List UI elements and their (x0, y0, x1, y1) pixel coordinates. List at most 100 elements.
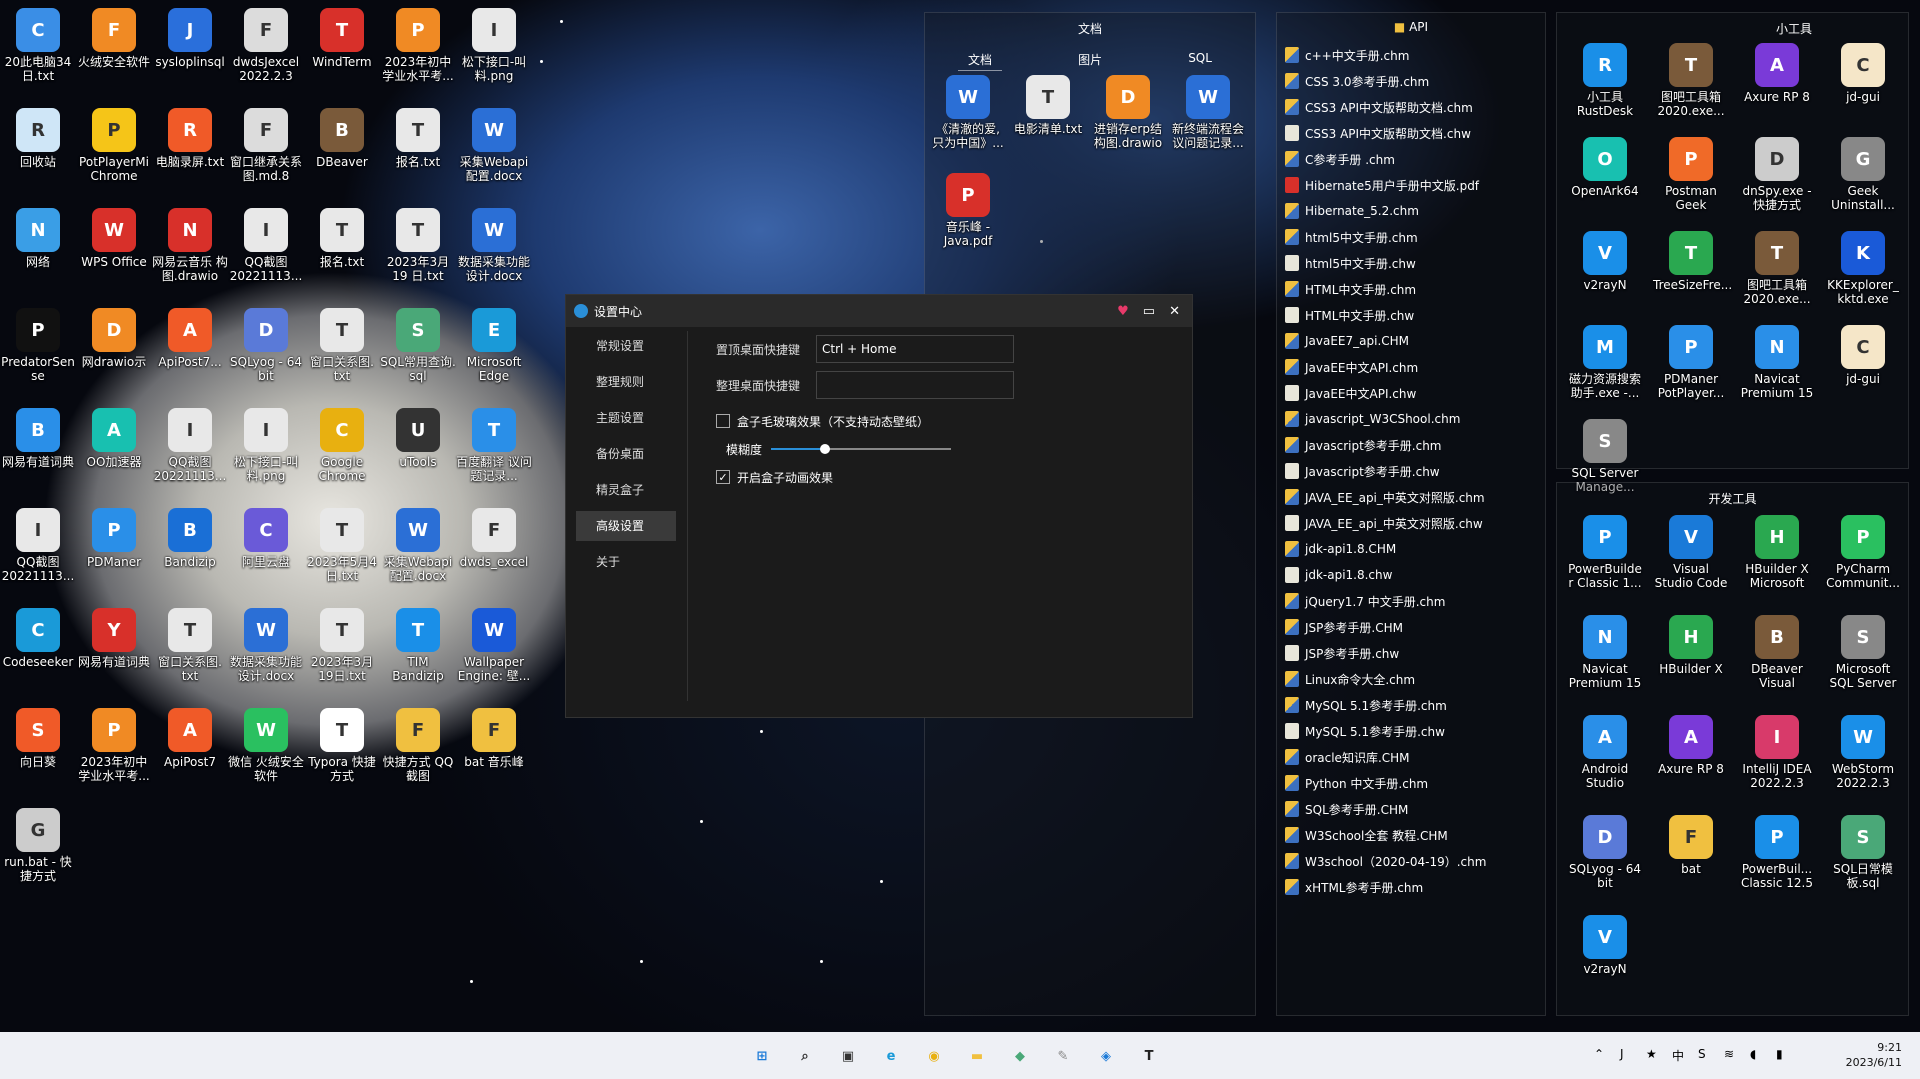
desktop-icon[interactable]: S Microsoft SQL Server (1825, 615, 1901, 690)
wifi-icon[interactable]: ≋ (1724, 1047, 1734, 1061)
volume-icon[interactable]: ◖ (1750, 1047, 1756, 1061)
desktop-icon[interactable]: N 网络 (0, 208, 76, 269)
desktop-icon[interactable]: P Postman Geek (1653, 137, 1729, 212)
desktop-icon[interactable]: T 2023年5月4 日.txt (304, 508, 380, 583)
desktop-icon[interactable]: G Geek Uninstall... (1825, 137, 1901, 212)
api-file-item[interactable]: Linux命令大全.chm (1277, 666, 1545, 692)
desktop-icon[interactable]: P PotPlayerMi Chrome (76, 108, 152, 183)
desktop-icon[interactable]: Vv2rayN (1567, 915, 1643, 976)
desktop-icon[interactable]: W 新终端流程会 议问题记录... (1170, 75, 1246, 150)
desktop-icon[interactable]: B 网易有道词典 (0, 408, 76, 469)
vscode-icon[interactable]: ◈ (1094, 1044, 1118, 1068)
desktop-icon[interactable]: T 2023年3月19 日.txt (380, 208, 456, 283)
desktop-icon[interactable]: P PowerBuil... Classic 12.5 (1739, 815, 1815, 890)
desktop-icon[interactable]: T 报名.txt (380, 108, 456, 169)
desktop-icon[interactable]: A Axure RP 8 (1653, 715, 1729, 776)
desktop-icon[interactable]: N Navicat Premium 15 (1567, 615, 1643, 690)
api-file-item[interactable]: JAVA_EE_api_中英文对照版.chw (1277, 510, 1545, 536)
api-file-item[interactable]: JavaEE7_api.CHM (1277, 328, 1545, 354)
desktop-icon[interactable]: R 电脑录屏.txt (152, 108, 228, 169)
typora-icon[interactable]: T (1137, 1044, 1161, 1068)
desktop-icon[interactable]: P PyCharm Communit... (1825, 515, 1901, 590)
desktop-icon[interactable]: T 报名.txt (304, 208, 380, 269)
api-file-item[interactable]: jdk-api1.8.chw (1277, 562, 1545, 588)
desktop-icon[interactable]: Grun.bat - 快 捷方式 (0, 808, 76, 883)
settings-nav-item[interactable]: 备份桌面 (576, 439, 676, 469)
api-file-item[interactable]: c++中文手册.chm (1277, 42, 1545, 68)
task-view-icon[interactable]: ▣ (836, 1044, 860, 1068)
desktop-icon[interactable]: W 采集Webapi 配置.docx (380, 508, 456, 583)
desktop-icon[interactable]: P PredatorSen se (0, 308, 76, 383)
dialog-titlebar[interactable]: 设置中心 ♥ ▭ ✕ (566, 295, 1192, 327)
desktop-icon[interactable]: W 数据采集功能 设计.docx (456, 208, 532, 283)
desktop-icon[interactable]: Cjd-gui (1825, 43, 1901, 104)
desktop-icon[interactable]: F 快捷方式 QQ截图 (380, 708, 456, 783)
desktop-icon[interactable]: H HBuilder X (1653, 615, 1729, 676)
desktop-icon[interactable]: R 回收站 (0, 108, 76, 169)
desktop-icon[interactable]: Fbat 音乐峰 (456, 708, 532, 769)
api-file-item[interactable]: jQuery1.7 中文手册.chm (1277, 588, 1545, 614)
api-file-item[interactable]: CSS 3.0参考手册.chm (1277, 68, 1545, 94)
desktop-icon[interactable]: N Navicat Premium 15 (1739, 325, 1815, 400)
edge-icon[interactable]: e (879, 1044, 903, 1068)
api-file-item[interactable]: oracle知识库.CHM (1277, 744, 1545, 770)
desktop-icon[interactable]: Jsysloplinsql (152, 8, 228, 69)
tab-docs[interactable]: 文档 (958, 49, 1003, 71)
search-icon[interactable]: ⌕ (793, 1044, 817, 1068)
api-file-item[interactable]: CSS3 API中文版帮助文档.chw (1277, 120, 1545, 146)
chevron-up-icon[interactable]: ⌃ (1594, 1047, 1604, 1061)
desktop-icon[interactable]: D SQLyog - 64 bit (1567, 815, 1643, 890)
j-icon[interactable]: J (1620, 1047, 1624, 1061)
desktop-icon[interactable]: B Bandizip (152, 508, 228, 569)
desktop-icon[interactable]: Vv2rayN (1567, 231, 1643, 292)
tool-icon[interactable]: ✎ (1051, 1044, 1075, 1068)
desktop-icon[interactable]: I QQ截图 20221113... (0, 508, 76, 583)
desktop-icon[interactable]: P 2023年初中 学业水平考... (380, 8, 456, 83)
desktop-icon[interactable]: A Axure RP 8 (1739, 43, 1815, 104)
desktop-icon[interactable]: W 《清澈的爱, 只为中国》... (930, 75, 1006, 150)
api-file-item[interactable]: JavaEE中文API.chm (1277, 354, 1545, 380)
desktop-icon[interactable]: T TreeSizeFre... (1653, 231, 1732, 292)
wps-icon[interactable]: S (1698, 1047, 1706, 1061)
desktop-icon[interactable]: Cjd-gui (1825, 325, 1901, 386)
desktop-icon[interactable]: T 电影清单.txt (1010, 75, 1086, 136)
desktop-icon[interactable]: S SQL常用查询. sql (380, 308, 456, 383)
heart-icon[interactable]: ♥ (1117, 304, 1129, 319)
file-explorer-icon[interactable]: ▬ (965, 1044, 989, 1068)
desktop-icon[interactable]: B DBeaver Visual (1739, 615, 1815, 690)
api-file-item[interactable]: jdk-api1.8.CHM (1277, 536, 1545, 562)
tim-icon[interactable]: ★ (1646, 1047, 1657, 1061)
api-file-item[interactable]: xHTML参考手册.chm (1277, 874, 1545, 900)
desktop-icon[interactable]: V Visual Studio Code (1653, 515, 1729, 590)
settings-nav-item[interactable]: 精灵盒子 (576, 475, 676, 505)
desktop-icon[interactable]: S SQL日常模 板.sql (1825, 815, 1901, 890)
settings-nav-item[interactable]: 高级设置 (576, 511, 676, 541)
api-file-item[interactable]: MySQL 5.1参考手册.chw (1277, 718, 1545, 744)
api-file-item[interactable]: JSP参考手册.chw (1277, 640, 1545, 666)
desktop-icon[interactable]: K KKExplorer_ kktd.exe (1825, 231, 1901, 306)
desktop-icon[interactable]: P 2023年初中 学业水平考... (76, 708, 152, 783)
api-file-item[interactable]: JAVA_EE_api_中英文对照版.chm (1277, 484, 1545, 510)
battery-icon[interactable]: ▮ (1776, 1047, 1783, 1061)
clock[interactable]: 9:21 2023/6/11 (1846, 1040, 1902, 1070)
top-hotkey-input[interactable]: Ctrl + Home (816, 335, 1014, 363)
tab-sql[interactable]: SQL (1178, 49, 1222, 71)
desktop-icon[interactable]: DdnSpy.exe - 快捷方式 (1739, 137, 1815, 212)
desktop-icon[interactable]: T 窗口关系图. txt (152, 608, 228, 683)
api-file-item[interactable]: Javascript参考手册.chm (1277, 432, 1545, 458)
desktop-icon[interactable]: W 采集Webapi 配置.docx (456, 108, 532, 183)
desktop-icon[interactable]: O OpenArk64 (1567, 137, 1643, 198)
close-icon[interactable]: ✕ (1169, 304, 1180, 319)
desktop-icon[interactable]: Y 网易有道词典 (76, 608, 152, 669)
desktop-icon[interactable]: W WPS Office (76, 208, 152, 269)
desktop-icon[interactable]: W WebStorm 2022.2.3 (1825, 715, 1901, 790)
api-file-item[interactable]: javascript_W3CShool.chm (1277, 406, 1545, 432)
arrange-hotkey-input[interactable] (816, 371, 1014, 399)
desktop-icon[interactable]: W 数据采集功能 设计.docx (228, 608, 304, 683)
desktop-icon[interactable]: B DBeaver (304, 108, 380, 169)
settings-nav-item[interactable]: 整理规则 (576, 367, 676, 397)
desktop-icon[interactable]: T TIM Bandizip (380, 608, 456, 683)
api-file-item[interactable]: C参考手册 .chm (1277, 146, 1545, 172)
desktop-icon[interactable]: Fbat (1653, 815, 1729, 876)
desktop-icon[interactable]: A ApiPost7... (152, 308, 228, 369)
